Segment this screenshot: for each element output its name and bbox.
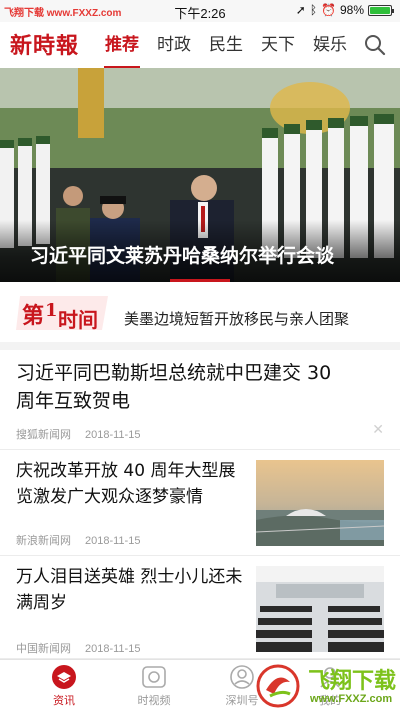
news-thumbnail[interactable] (256, 460, 384, 546)
hero-banner[interactable]: 习近平同文莱苏丹哈桑纳尔举行会谈 (0, 68, 400, 282)
news-date: 2018-11-15 (85, 429, 141, 441)
battery-level (370, 6, 390, 14)
battery-icon (368, 4, 394, 16)
first-time-headline[interactable]: 美墨边境短暂开放移民与亲人团聚 (124, 308, 349, 329)
hero-title[interactable]: 习近平同文莱苏丹哈桑纳尔举行会谈 (30, 241, 334, 268)
nav-item-news[interactable]: 资讯 (34, 664, 94, 708)
search-icon[interactable] (364, 34, 386, 56)
bluetooth-icon: ᛒ (309, 3, 318, 17)
alarm-icon: ⏰ (321, 3, 336, 17)
list-item[interactable]: 庆祝改革开放 40 周年大型展 览激发广大观众逐梦豪情 新浪新闻网 2018-11… (0, 450, 400, 556)
battery-percent: 98% (339, 3, 364, 17)
news-title-line[interactable]: 周年互致贺电 (16, 386, 130, 416)
news-date: 2018-11-15 (85, 535, 141, 547)
news-title-line[interactable]: 习近平同巴勒斯坦总统就中巴建交 30 (16, 358, 331, 388)
first-logo-char-1: 第 (22, 303, 44, 329)
tab-world[interactable]: 天下 (252, 22, 304, 68)
news-title-line[interactable]: 万人泪目送英雄 烈士小儿还未 (16, 564, 248, 590)
nav-item-video[interactable]: 时视频 (124, 664, 184, 708)
video-icon (142, 666, 166, 688)
nav-label: 资讯 (53, 694, 75, 707)
news-title-line[interactable]: 庆祝改革开放 40 周年大型展 (16, 458, 248, 484)
status-bar: 飞翔下载 www.FXXZ.com 下午2:26 ➚ ᛒ ⏰ 98% (0, 0, 400, 22)
list-item[interactable]: 习近平同巴勒斯坦总统就中巴建交 30 周年互致贺电 搜狐新闻网 2018-11-1… (0, 350, 400, 450)
news-meta: 新浪新闻网 2018-11-15 (16, 532, 140, 548)
news-meta: 搜狐新闻网 2018-11-15 (16, 426, 140, 442)
news-source: 搜狐新闻网 (16, 429, 71, 441)
app-logo[interactable]: 新時報 (10, 28, 79, 60)
news-source: 中国新闻网 (16, 643, 71, 655)
header: 新時報 推荐 时政 民生 天下 娱乐 (0, 22, 400, 68)
first-time-logo: 第 1 时间 (16, 296, 108, 332)
first-time-strip[interactable]: 第 1 时间 美墨边境短暂开放移民与亲人团聚 (0, 282, 400, 350)
news-title-line[interactable]: 满周岁 (16, 590, 248, 616)
close-icon[interactable]: ✕ (372, 422, 384, 438)
first-logo-char-2: 1 (45, 300, 58, 321)
status-icons: ➚ ᛒ ⏰ 98% (295, 3, 394, 17)
tab-entertainment[interactable]: 娱乐 (304, 22, 354, 68)
news-title-line[interactable]: 览激发广大观众逐梦豪情 (16, 484, 248, 510)
news-thumbnail[interactable] (256, 566, 384, 652)
list-item[interactable]: 万人泪目送英雄 烈士小儿还未 满周岁 中国新闻网 2018-11-15 (0, 556, 400, 659)
news-date: 2018-11-15 (85, 643, 141, 655)
tab-politics[interactable]: 时政 (148, 22, 200, 68)
watermark-text: 飞翔下载 (308, 669, 397, 694)
watermark: 飞翔下载 www.FXXZ.com (252, 660, 400, 711)
watermark-url: www.FXXZ.com (310, 693, 393, 705)
news-meta: 中国新闻网 2018-11-15 (16, 640, 140, 656)
first-logo-char-3: 时间 (58, 308, 98, 332)
nav-label: 时视频 (137, 694, 171, 707)
news-source: 新浪新闻网 (16, 535, 71, 547)
tab-livelihood[interactable]: 民生 (200, 22, 252, 68)
watermark-logo-icon (256, 664, 300, 708)
tab-recommend[interactable]: 推荐 (96, 22, 148, 68)
channel-tabs: 推荐 时政 民生 天下 娱乐 (96, 22, 354, 68)
location-icon: ➚ (295, 3, 306, 17)
news-icon (52, 665, 76, 689)
